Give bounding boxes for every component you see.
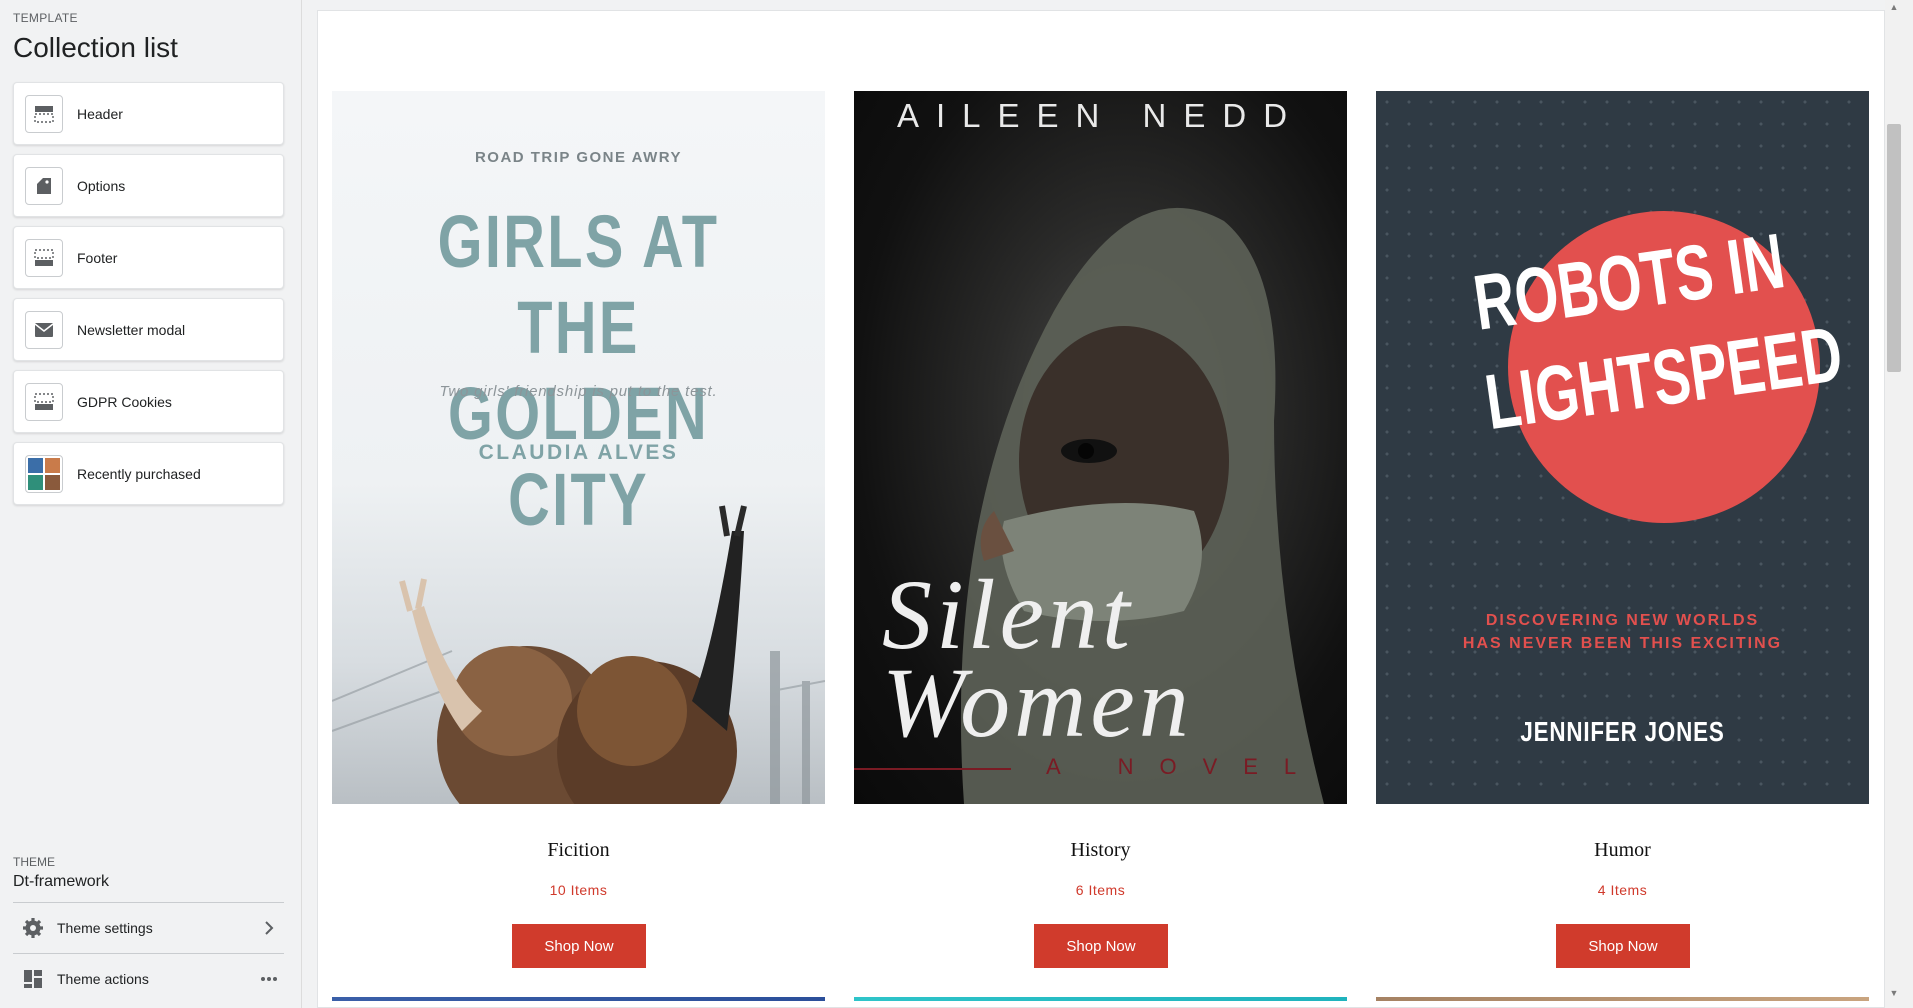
envelope-icon <box>25 310 63 349</box>
chevron-right-icon <box>254 920 284 935</box>
collection-title[interactable]: History <box>854 839 1347 862</box>
section-item-header[interactable]: Header <box>13 82 284 145</box>
template-title: Collection list <box>13 32 178 63</box>
cover-author: JENNIFER JONES <box>1520 716 1725 747</box>
collection-item-count: 6 Items <box>1075 882 1126 898</box>
section-item-newsletter-modal[interactable]: Newsletter modal <box>13 298 284 361</box>
editor-sidebar: TEMPLATE Collection list Header Options … <box>0 0 302 1008</box>
collection-card[interactable]: ROAD TRIP GONE AWRY GIRLS AT THE GOLDEN … <box>332 91 825 804</box>
cover-tagline-line1: DISCOVERING NEW WORLDS <box>1485 612 1760 629</box>
collection-title[interactable]: Humor <box>1376 839 1869 862</box>
section-item-recently-purchased[interactable]: Recently purchased <box>13 442 284 505</box>
collection-image[interactable]: ROAD TRIP GONE AWRY GIRLS AT THE GOLDEN … <box>332 91 825 804</box>
section-item-label: Footer <box>77 249 118 266</box>
footer-layout-icon <box>25 238 63 277</box>
collection-item-count: 4 Items <box>1597 882 1648 898</box>
theme-settings-button[interactable]: Theme settings <box>13 902 284 952</box>
cover-author: AILEEN NEDD <box>896 97 1305 134</box>
section-item-gdpr-cookies[interactable]: GDPR Cookies <box>13 370 284 433</box>
header-layout-icon <box>25 94 63 133</box>
section-list: Header Options Footer Newsletter modal G… <box>13 82 284 514</box>
theme-label: THEME <box>13 855 55 869</box>
layout-blocks-icon <box>21 967 45 991</box>
section-item-label: Recently purchased <box>77 465 201 482</box>
next-row-image-edge <box>332 997 825 1001</box>
template-label: TEMPLATE <box>13 11 78 25</box>
collection-image[interactable]: AILEEN NEDD Silent Women A NOVEL <box>854 91 1347 804</box>
cover-tagline: A NOVEL <box>1046 754 1323 779</box>
shop-now-button[interactable]: Shop Now <box>1034 924 1168 968</box>
theme-actions-label: Theme actions <box>57 970 149 987</box>
cover-tagline-line2: HAS NEVER BEEN THIS EXCITING <box>1462 635 1783 652</box>
collection-item-count: 10 Items <box>549 882 608 898</box>
cover-tagline: DISCOVERING NEW WORLDS HAS NEVER BEEN TH… <box>1376 609 1869 655</box>
shop-now-button[interactable]: Shop Now <box>512 924 646 968</box>
cover-rule <box>854 768 1011 770</box>
store-preview: ROAD TRIP GONE AWRY GIRLS AT THE GOLDEN … <box>317 10 1885 1008</box>
section-item-label: Header <box>77 105 123 122</box>
scroll-up-arrow-icon[interactable]: ▲ <box>1886 0 1902 14</box>
scroll-down-arrow-icon[interactable]: ▼ <box>1886 986 1902 1000</box>
next-row-image-edge <box>854 997 1347 1001</box>
shop-now-button[interactable]: Shop Now <box>1556 924 1690 968</box>
section-item-label: GDPR Cookies <box>77 393 172 410</box>
product-thumbnail-icon <box>25 454 63 493</box>
more-horizontal-icon[interactable] <box>254 976 284 982</box>
footer-layout-icon <box>25 382 63 421</box>
cover-illustration <box>332 505 825 804</box>
theme-name: Dt-framework <box>13 873 110 890</box>
scrollbar-thumb[interactable] <box>1887 124 1901 372</box>
theme-actions-button[interactable]: Theme actions <box>13 953 284 1003</box>
section-item-footer[interactable]: Footer <box>13 226 284 289</box>
next-row-image-edge <box>1376 997 1869 1001</box>
collection-title[interactable]: Ficition <box>332 839 825 862</box>
collection-card[interactable]: ROBOTS IN LIGHTSPEED DISCOVERING NEW WOR… <box>1376 91 1869 804</box>
gear-icon <box>21 916 45 940</box>
collection-image[interactable]: ROBOTS IN LIGHTSPEED DISCOVERING NEW WOR… <box>1376 91 1869 804</box>
cover-title: Silent Women <box>882 559 1193 758</box>
preview-top-border <box>302 0 1913 10</box>
tag-icon <box>25 166 63 205</box>
section-item-label: Options <box>77 177 126 194</box>
section-item-options[interactable]: Options <box>13 154 284 217</box>
theme-settings-label: Theme settings <box>57 919 153 936</box>
collection-card[interactable]: AILEEN NEDD Silent Women A NOVEL <box>854 91 1347 804</box>
section-item-label: Newsletter modal <box>77 321 186 338</box>
